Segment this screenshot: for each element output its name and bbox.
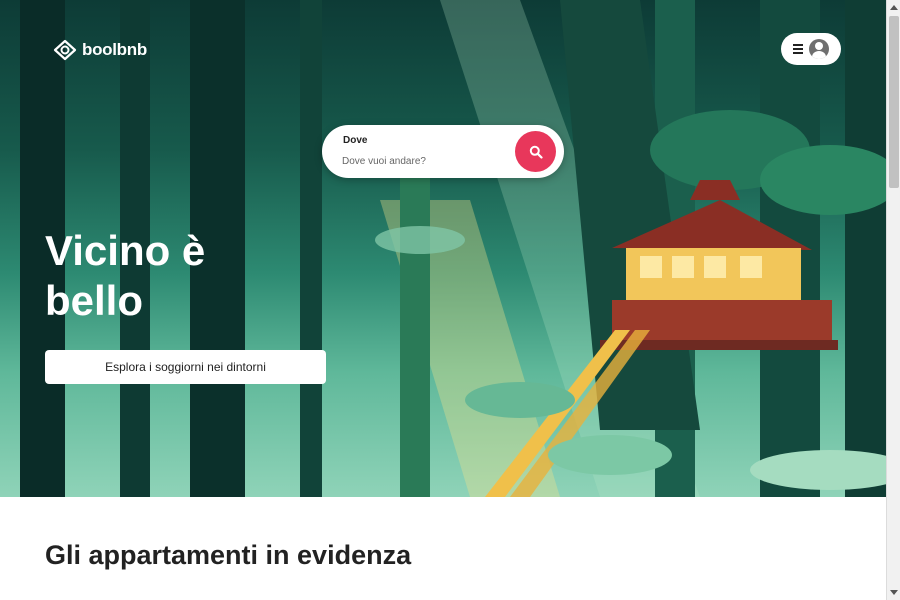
scroll-thumb[interactable] bbox=[889, 16, 899, 188]
user-avatar-icon bbox=[809, 39, 829, 59]
logo-text: boolbnb bbox=[82, 40, 147, 59]
logo-icon bbox=[53, 39, 77, 61]
search-bar: Dove bbox=[322, 125, 564, 178]
page-scrollbar[interactable] bbox=[886, 0, 900, 600]
search-label: Dove bbox=[343, 135, 368, 146]
featured-section-title: Gli appartamenti in evidenza bbox=[45, 540, 412, 570]
hero-title: Vicino è bello bbox=[45, 227, 206, 324]
explore-nearby-button[interactable]: Esplora i soggiorni nei dintorni bbox=[45, 350, 326, 384]
hero-section: boolbnb Dove Vicino è bello Esplora i so… bbox=[0, 0, 886, 497]
app-logo[interactable]: boolbnb bbox=[52, 38, 147, 62]
hamburger-icon bbox=[793, 44, 803, 54]
user-menu-button[interactable] bbox=[781, 33, 841, 65]
search-button[interactable] bbox=[515, 131, 556, 172]
scroll-down-arrow-icon[interactable] bbox=[890, 590, 898, 595]
search-input[interactable] bbox=[342, 152, 492, 170]
search-icon bbox=[529, 145, 543, 159]
scroll-up-arrow-icon[interactable] bbox=[890, 5, 898, 10]
